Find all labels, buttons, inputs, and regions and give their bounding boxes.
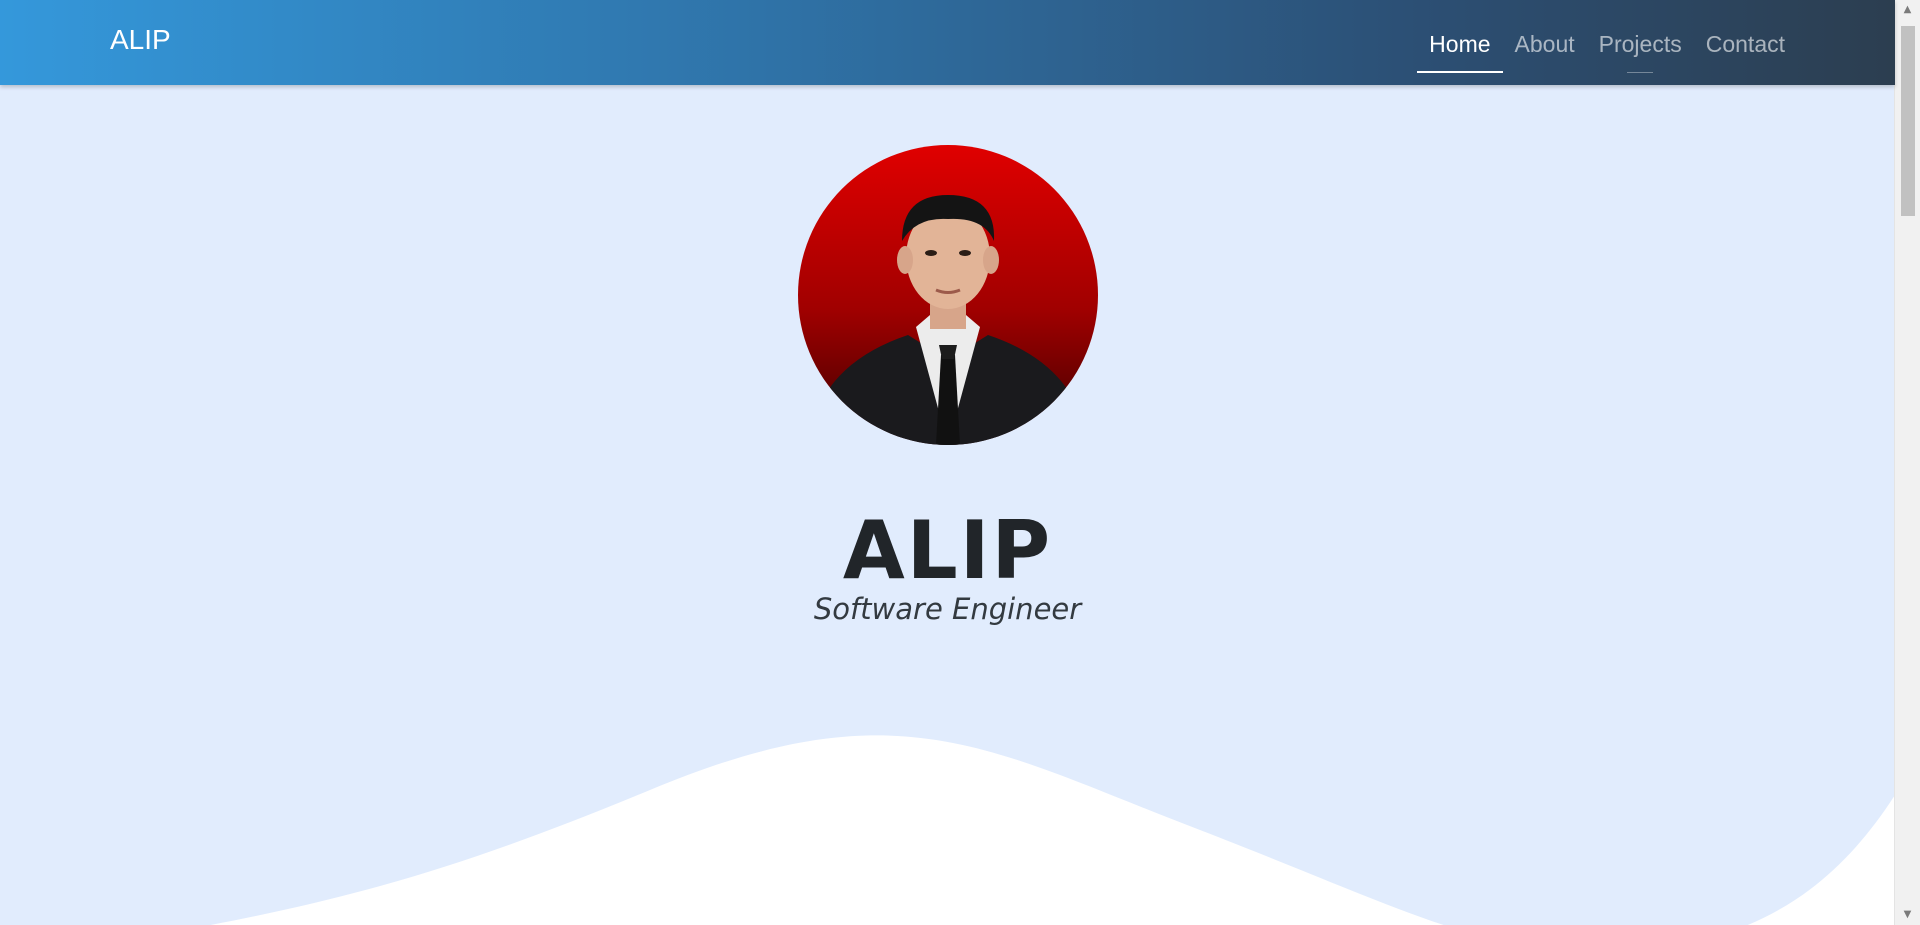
wave-divider xyxy=(0,735,1895,925)
navbar: ALIP Home About Projects Contact xyxy=(0,0,1895,85)
brand-logo[interactable]: ALIP xyxy=(110,24,171,56)
nav-links: Home About Projects Contact xyxy=(1417,0,1797,85)
profile-photo-image xyxy=(798,145,1098,445)
nav-link-about[interactable]: About xyxy=(1503,0,1587,85)
profile-photo xyxy=(798,145,1098,445)
scroll-up-icon[interactable]: ▲ xyxy=(1895,0,1920,20)
scrollbar[interactable]: ▲ ▼ xyxy=(1894,0,1920,925)
scrollbar-thumb[interactable] xyxy=(1901,26,1915,216)
hero-name: ALIP xyxy=(842,503,1053,597)
nav-link-projects[interactable]: Projects xyxy=(1587,0,1694,85)
hero-section: ALIP Software Engineer xyxy=(0,85,1895,925)
nav-link-contact[interactable]: Contact xyxy=(1694,0,1797,85)
nav-link-home[interactable]: Home xyxy=(1417,0,1503,85)
hero-subtitle: Software Engineer xyxy=(813,592,1082,626)
scroll-down-icon[interactable]: ▼ xyxy=(1895,905,1920,925)
